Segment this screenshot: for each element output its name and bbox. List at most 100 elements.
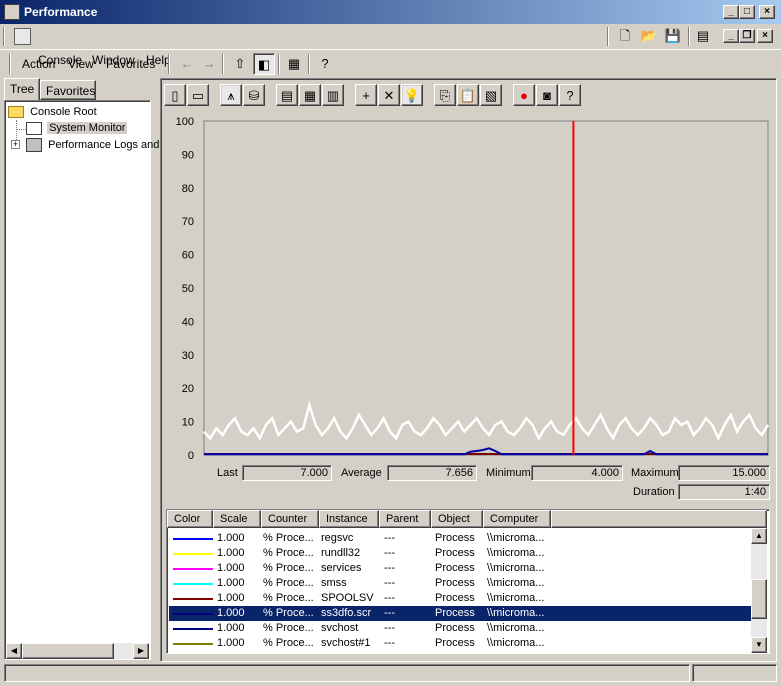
cell-object: Process — [435, 607, 475, 619]
cell-computer: \\microma... — [487, 577, 545, 589]
view-current-activity-icon[interactable]: ⩚ — [220, 84, 242, 106]
tab-tree[interactable]: Tree — [4, 78, 40, 101]
scroll-down-icon[interactable]: ▼ — [751, 637, 767, 653]
child-close-icon[interactable]: × — [757, 29, 773, 43]
tree-item-system-monitor[interactable]: System Monitor — [26, 122, 128, 135]
separator — [0, 49, 781, 50]
child-minimize-icon[interactable]: _ — [723, 29, 739, 43]
title-bar[interactable]: Performance _ □ × — [0, 0, 781, 24]
y-tick-label: 70 — [182, 216, 194, 228]
cell-computer: \\microma... — [487, 592, 545, 604]
minimize-icon[interactable]: _ — [723, 5, 739, 19]
column-header-computer[interactable]: Computer — [483, 510, 551, 528]
table-row[interactable]: 1.000 % Proce... rundll32 --- Process \\micro… — [169, 546, 751, 561]
back-arrow-icon[interactable]: ← — [176, 53, 198, 75]
cell-parent: --- — [384, 562, 395, 574]
up-one-level-icon[interactable]: ⇧ — [229, 53, 251, 75]
add-counter-icon[interactable]: + — [355, 84, 377, 106]
column-header-filler — [551, 510, 767, 528]
scroll-left-icon[interactable]: ◀ — [6, 643, 22, 659]
cell-computer: \\microma... — [487, 607, 545, 619]
close-icon[interactable]: × — [759, 5, 775, 19]
view-report-icon[interactable]: ▥ — [322, 84, 344, 106]
splitter[interactable] — [153, 78, 160, 662]
new-icon[interactable]: 🗋 — [614, 25, 636, 47]
show-hide-tree-icon[interactable]: ◧ — [253, 53, 275, 75]
properties-toolbar-icon[interactable]: ▦ — [283, 53, 305, 75]
cell-counter: % Proce... — [263, 622, 314, 634]
tree-pane[interactable]: Console Root System Monitor + Performanc… — [4, 100, 159, 660]
cell-counter: % Proce... — [263, 592, 314, 604]
new-window-icon[interactable]: ▤ — [692, 25, 714, 47]
counter-vscrollbar[interactable]: ▲ ▼ — [751, 528, 767, 653]
cell-instance: smss — [321, 577, 347, 589]
scroll-thumb[interactable] — [22, 643, 114, 659]
column-header-color[interactable]: Color — [167, 510, 213, 528]
color-swatch — [173, 628, 213, 630]
y-tick-label: 50 — [182, 283, 194, 295]
scroll-thumb[interactable] — [751, 579, 767, 619]
scroll-right-icon[interactable]: ▶ — [133, 643, 149, 659]
cell-scale: 1.000 — [217, 547, 245, 559]
counter-list[interactable]: Color Scale Counter Instance Parent Object Com… — [166, 509, 770, 654]
color-swatch — [173, 538, 213, 540]
copy-properties-icon[interactable]: ⎘ — [434, 84, 456, 106]
grip — [9, 54, 11, 74]
cell-parent: --- — [384, 577, 395, 589]
help-icon[interactable]: ? — [559, 84, 581, 106]
scroll-up-icon[interactable]: ▲ — [751, 528, 767, 544]
properties-icon[interactable]: ▧ — [480, 84, 502, 106]
table-row[interactable]: 1.000 % Proce... smss --- Process \\microma..… — [169, 576, 751, 591]
table-row[interactable]: 1.000 % Proce... services --- Process \\micro… — [169, 561, 751, 576]
cell-computer: \\microma... — [487, 562, 545, 574]
tree-item-console-root[interactable]: Console Root — [8, 106, 97, 119]
column-header-instance[interactable]: Instance — [319, 510, 379, 528]
view-graph-icon[interactable]: ▤ — [276, 84, 298, 106]
help-toolbar-icon[interactable]: ? — [314, 53, 336, 75]
view-log-data-icon[interactable]: ⛁ — [243, 84, 265, 106]
expand-plus-icon[interactable]: + — [11, 140, 20, 149]
column-header-counter[interactable]: Counter — [261, 510, 319, 528]
highlight-icon[interactable]: 💡 — [401, 84, 423, 106]
paste-counter-list-icon[interactable]: 📋 — [457, 84, 479, 106]
y-tick-label: 90 — [182, 149, 194, 161]
child-restore-icon[interactable]: ❐ — [739, 29, 755, 43]
chart-svg: 1009080706050403020100 — [176, 116, 770, 462]
save-icon[interactable]: 💾 — [662, 25, 684, 47]
column-header-parent[interactable]: Parent — [379, 510, 431, 528]
y-tick-label: 0 — [188, 450, 194, 462]
tree-item-performance-logs[interactable]: Performance Logs and — [26, 138, 159, 152]
delete-counter-icon[interactable]: ✕ — [378, 84, 400, 106]
freeze-display-icon[interactable]: ● — [513, 84, 535, 106]
column-header-scale[interactable]: Scale — [213, 510, 261, 528]
table-row[interactable]: 1.000 % Proce... svchost --- Process \\microm… — [169, 621, 751, 636]
column-header-object[interactable]: Object — [431, 510, 483, 528]
tree-hscrollbar[interactable]: ◀ ▶ — [6, 643, 149, 659]
menu-bar: Console Window Help 🗋 📂 💾 ▤ _ ❐ × — [0, 24, 781, 67]
table-row[interactable]: 1.000 % Proce... svchost#1 --- Process \\micr… — [169, 636, 751, 651]
performance-logs-icon — [26, 138, 42, 152]
table-row[interactable]: 1.000 % Proce... ss3dfo.scr --- Process \\mic… — [169, 606, 751, 621]
tab-favorites[interactable]: Favorites — [40, 80, 96, 100]
color-swatch — [173, 598, 213, 600]
minimum-value: 4.000 — [531, 465, 623, 481]
maximize-icon[interactable]: □ — [739, 5, 755, 19]
menu-action[interactable]: Action — [22, 57, 55, 71]
plot-frame — [203, 120, 769, 456]
folder-icon — [8, 106, 24, 119]
table-row[interactable]: 1.000 % Proce... SPOOLSV --- Process \\microm… — [169, 591, 751, 606]
menu-favorites[interactable]: Favorites — [106, 57, 155, 71]
menu-view[interactable]: View — [68, 57, 94, 71]
new-counter-set-icon[interactable]: ▯ — [164, 84, 186, 106]
cell-counter: % Proce... — [263, 532, 314, 544]
divider — [607, 27, 609, 46]
console-icon[interactable] — [14, 28, 31, 45]
table-row[interactable]: 1.000 % Proce... regsvc --- Process \\microma… — [169, 531, 751, 546]
open-icon[interactable]: 📂 — [638, 25, 660, 47]
view-histogram-icon[interactable]: ▦ — [299, 84, 321, 106]
clear-display-icon[interactable]: ▭ — [187, 84, 209, 106]
cell-scale: 1.000 — [217, 577, 245, 589]
update-data-icon[interactable]: ◙ — [536, 84, 558, 106]
tree-item-label: Console Root — [30, 106, 97, 118]
forward-arrow-icon[interactable]: → — [198, 53, 220, 75]
